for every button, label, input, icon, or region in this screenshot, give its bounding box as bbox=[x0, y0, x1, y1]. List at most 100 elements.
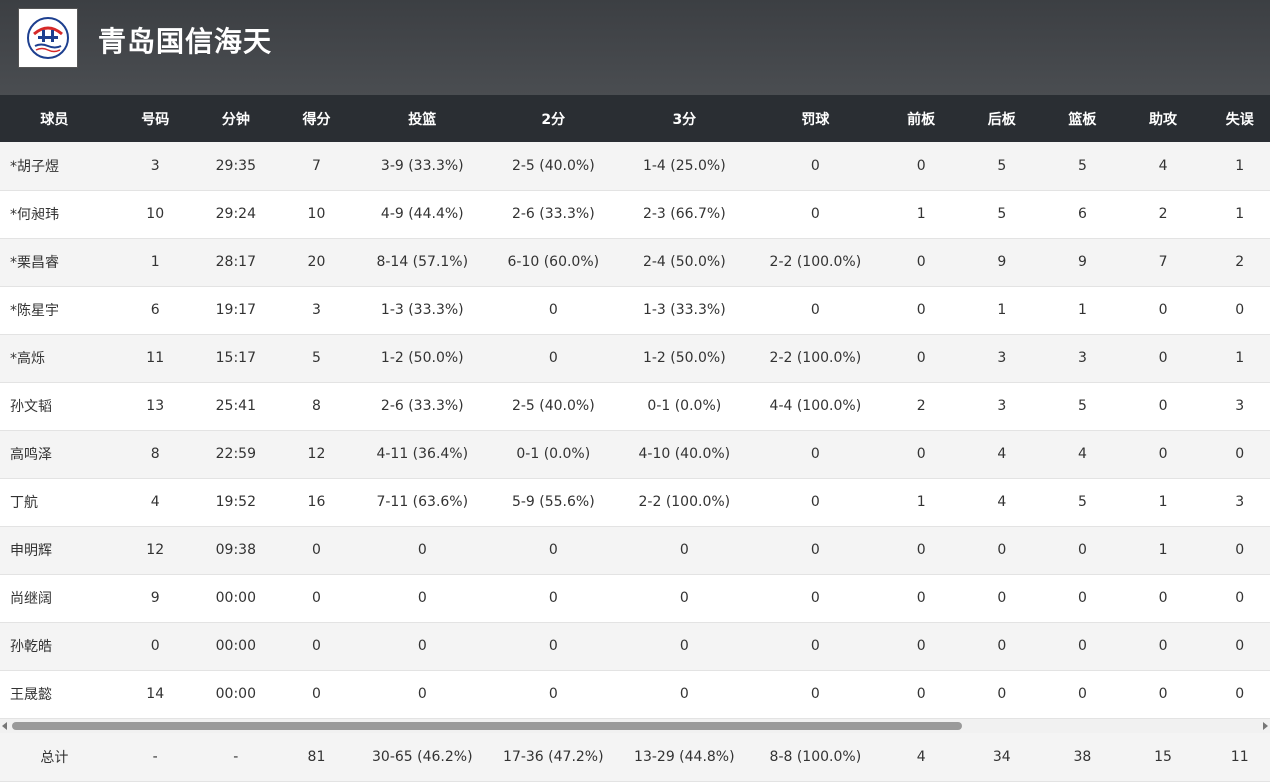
stat-cell: 1 bbox=[1077, 302, 1087, 318]
stat-cell: 0 bbox=[997, 542, 1007, 558]
stat-cell: 1-2 (50.0%) bbox=[380, 350, 464, 366]
stat-cell: 6 bbox=[150, 302, 160, 318]
column-header[interactable]: 罚球 bbox=[744, 95, 887, 142]
stat-cell: 0 bbox=[150, 638, 160, 654]
player-name[interactable]: 孙乾皓 bbox=[0, 622, 109, 670]
stat-cell: 0 bbox=[810, 638, 820, 654]
stat-cell: 0-1 (0.0%) bbox=[516, 446, 591, 462]
column-header[interactable]: 分钟 bbox=[202, 95, 271, 142]
player-name[interactable]: 尚继阔 bbox=[0, 574, 109, 622]
stat-cell: 0 bbox=[311, 542, 321, 558]
player-name[interactable]: 高鸣泽 bbox=[0, 430, 109, 478]
stat-cell: 0 bbox=[810, 302, 820, 318]
stat-cell: 1-4 (25.0%) bbox=[642, 157, 726, 174]
column-header[interactable]: 号码 bbox=[109, 95, 202, 142]
column-header[interactable]: 得分 bbox=[270, 95, 363, 142]
stat-cell: 5-9 (55.6%) bbox=[511, 494, 595, 510]
stat-cell: 14 bbox=[146, 686, 165, 702]
stat-cell: 0 bbox=[997, 686, 1007, 702]
totals-cell: 15 bbox=[1154, 748, 1172, 765]
stat-cell: 3 bbox=[311, 302, 321, 318]
stat-cell: 11 bbox=[146, 350, 165, 366]
scroll-left-arrow-icon[interactable] bbox=[2, 722, 7, 730]
stat-cell: 0 bbox=[679, 638, 689, 654]
stat-cell: 8 bbox=[150, 446, 160, 462]
stat-cell: 5 bbox=[1077, 494, 1087, 510]
column-header[interactable]: 助攻 bbox=[1117, 95, 1210, 142]
player-stats-table: 球员 号码 分钟 得分 投篮 2分 3分 罚球 前板 后板 篮板 助攻 失误 *胡子煜 3 29:35 7 3-… bbox=[0, 95, 1270, 719]
totals-cell: 30-65 (46.2%) bbox=[372, 748, 473, 765]
column-header[interactable]: 3分 bbox=[625, 95, 744, 142]
table-row: 尚继阔 9 00:00 0 0 0 0 0 0 0 0 0 0 bbox=[0, 574, 1270, 622]
stat-cell: 0 bbox=[1235, 686, 1245, 702]
stat-cell: 0 bbox=[417, 638, 427, 654]
table-row: 丁航 4 19:52 16 7-11 (63.6%) 5-9 (55.6%) 2-2 (10… bbox=[0, 478, 1270, 526]
stat-cell: 2-6 (33.3%) bbox=[511, 206, 595, 222]
stat-cell: 0 bbox=[1077, 638, 1087, 654]
horizontal-scrollbar[interactable] bbox=[0, 719, 1270, 733]
stat-cell: 0 bbox=[1077, 590, 1087, 606]
stat-cell: 0 bbox=[548, 590, 558, 606]
stat-cell: 25:41 bbox=[215, 398, 256, 414]
stat-cell: 5 bbox=[311, 350, 321, 366]
player-name[interactable]: 丁航 bbox=[0, 478, 109, 526]
player-name[interactable]: *栗昌睿 bbox=[0, 238, 109, 286]
stat-cell: 1 bbox=[1158, 542, 1168, 558]
stat-cell: 1-3 (33.3%) bbox=[642, 302, 726, 318]
stat-cell: 5 bbox=[997, 206, 1007, 222]
table-header-row: 球员 号码 分钟 得分 投篮 2分 3分 罚球 前板 后板 篮板 助攻 失误 bbox=[0, 95, 1270, 142]
stat-cell: 1 bbox=[150, 254, 160, 270]
column-header[interactable]: 篮板 bbox=[1048, 95, 1117, 142]
stat-cell: 0 bbox=[311, 686, 321, 702]
table-row: *栗昌睿 1 28:17 20 8-14 (57.1%) 6-10 (60.0%) 2-4 … bbox=[0, 238, 1270, 286]
totals-cell: - bbox=[152, 748, 158, 765]
stat-cell: 09:38 bbox=[215, 542, 256, 558]
player-name[interactable]: 申明辉 bbox=[0, 526, 109, 574]
stat-cell: 0 bbox=[1158, 350, 1168, 366]
stat-cell: 4-11 (36.4%) bbox=[376, 446, 469, 462]
totals-row: 总计 - - 81 30-65 (46.2%) 17-36 (47.2%) 13-29 (4… bbox=[0, 733, 1270, 781]
stat-cell: 0 bbox=[1235, 638, 1245, 654]
column-header[interactable]: 投篮 bbox=[363, 95, 482, 142]
stat-cell: 9 bbox=[150, 590, 160, 606]
stat-cell: 0 bbox=[1077, 686, 1087, 702]
stat-cell: 19:17 bbox=[215, 302, 256, 318]
stat-cell: 4-10 (40.0%) bbox=[638, 446, 731, 462]
column-header[interactable]: 前板 bbox=[887, 95, 956, 142]
player-name[interactable]: *高烁 bbox=[0, 334, 109, 382]
stat-cell: 0 bbox=[1158, 638, 1168, 654]
stat-cell: 0 bbox=[997, 638, 1007, 654]
stat-cell: 3 bbox=[150, 157, 160, 174]
scrollbar-thumb[interactable] bbox=[12, 722, 962, 730]
stat-cell: 00:00 bbox=[215, 590, 256, 606]
stat-cell: 0 bbox=[916, 254, 926, 270]
player-name[interactable]: *陈星宇 bbox=[0, 286, 109, 334]
stat-cell: 5 bbox=[1077, 398, 1087, 414]
player-name[interactable]: 王晟懿 bbox=[0, 670, 109, 718]
stat-cell: 0 bbox=[810, 157, 820, 174]
stat-cell: 19:52 bbox=[215, 494, 256, 510]
totals-label: 总计 bbox=[40, 749, 69, 766]
scroll-right-arrow-icon[interactable] bbox=[1263, 722, 1268, 730]
stat-cell: 0 bbox=[1158, 302, 1168, 318]
stat-cell: 1 bbox=[916, 494, 926, 510]
player-name[interactable]: *胡子煜 bbox=[0, 142, 109, 190]
column-header[interactable]: 2分 bbox=[482, 95, 625, 142]
stat-cell: 3 bbox=[1235, 398, 1245, 414]
stat-cell: 2-2 (100.0%) bbox=[769, 350, 862, 366]
qingdao-team-logo-icon bbox=[27, 17, 69, 59]
stat-cell: 8 bbox=[311, 398, 321, 414]
stat-cell: 3 bbox=[1235, 494, 1245, 510]
stat-cell: 0-1 (0.0%) bbox=[647, 398, 722, 414]
column-header[interactable]: 后板 bbox=[955, 95, 1048, 142]
player-name[interactable]: 孙文韬 bbox=[0, 382, 109, 430]
stat-cell: 0 bbox=[916, 638, 926, 654]
stat-cell: 7 bbox=[311, 157, 321, 174]
stat-cell: 0 bbox=[916, 542, 926, 558]
stat-cell: 0 bbox=[810, 446, 820, 462]
column-header[interactable]: 失误 bbox=[1209, 95, 1270, 142]
table-row: 申明辉 12 09:38 0 0 0 0 0 0 0 0 1 0 bbox=[0, 526, 1270, 574]
player-name[interactable]: *何昶玮 bbox=[0, 190, 109, 238]
stat-cell: 20 bbox=[307, 254, 326, 270]
column-header[interactable]: 球员 bbox=[0, 95, 109, 142]
